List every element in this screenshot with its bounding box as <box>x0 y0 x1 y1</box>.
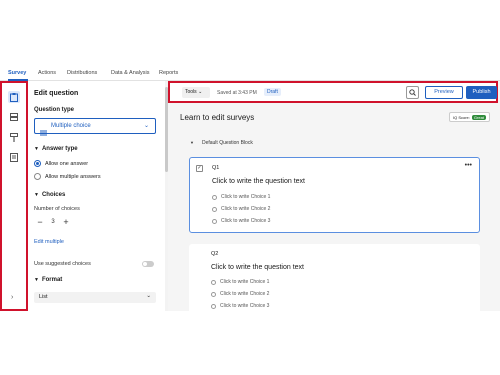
question-card-q1[interactable]: ✓ Q1 ••• Click to write the question tex… <box>189 157 480 233</box>
draft-badge: Draft <box>264 88 281 96</box>
survey-title[interactable]: Learn to edit surveys <box>180 113 254 122</box>
choice-item[interactable]: Click to write Choice 2 <box>211 291 269 297</box>
question-type-label: Question type <box>34 107 75 113</box>
number-of-choices-label: Number of choices <box>34 206 80 212</box>
saved-status: Saved at 3:43 PM <box>217 90 257 96</box>
tab-data-analysis[interactable]: Data & Analysis <box>111 70 150 76</box>
question-number: Q1 <box>212 165 220 171</box>
chevron-down-icon: ⌄ <box>146 293 151 299</box>
survey-editor: Tools ⌄ Saved at 3:43 PM Draft Preview P… <box>168 81 500 311</box>
choice-item[interactable]: Click to write Choice 2 <box>212 206 270 212</box>
chevron-down-icon: ⌄ <box>143 123 149 129</box>
chevron-down-icon: ⌄ <box>198 89 203 95</box>
choice-item[interactable]: Click to write Choice 1 <box>212 194 270 200</box>
question-checkbox[interactable]: ✓ <box>196 165 203 172</box>
choice-item[interactable]: Click to write Choice 3 <box>211 303 269 309</box>
question-text[interactable]: Click to write the question text <box>211 264 304 271</box>
survey-icon[interactable] <box>8 91 20 103</box>
choice-item[interactable]: Click to write Choice 1 <box>211 279 269 285</box>
question-type-select[interactable]: Multiple choice ⌄ <box>34 118 156 136</box>
more-options-icon[interactable]: ••• <box>465 162 472 169</box>
plus-icon[interactable]: + <box>60 217 72 227</box>
edit-question-panel: Edit question Question type Multiple cho… <box>28 81 168 311</box>
iq-score-badge[interactable]: IQ Score: Great <box>449 112 490 122</box>
style-icon[interactable] <box>8 131 20 143</box>
suggested-choices-label: Use suggested choices <box>34 261 91 267</box>
question-card-q2[interactable]: Q2 Click to write the question text Clic… <box>189 244 480 311</box>
block-header[interactable]: ▼ Default Question Block <box>190 140 253 146</box>
iq-score-value: Great <box>471 115 486 120</box>
answer-type-section[interactable]: ▼ Answer type <box>34 146 78 152</box>
tab-reports[interactable]: Reports <box>159 70 178 76</box>
tab-distributions[interactable]: Distributions <box>67 70 97 76</box>
question-text[interactable]: Click to write the question text <box>212 178 305 185</box>
suggested-choices-toggle[interactable] <box>142 261 154 267</box>
tab-actions[interactable]: Actions <box>38 70 56 76</box>
choices-section[interactable]: ▼ Choices <box>34 192 65 198</box>
panel-title: Edit question <box>34 90 79 97</box>
minus-icon[interactable]: − <box>34 217 46 227</box>
format-select[interactable]: List ⌄ <box>34 292 156 303</box>
allow-one-answer-radio[interactable]: Allow one answer <box>34 160 88 167</box>
publish-button[interactable]: Publish <box>466 86 497 99</box>
list-icon <box>40 123 47 141</box>
editor-toolbar: Tools ⌄ Saved at 3:43 PM Draft Preview P… <box>168 81 498 103</box>
tools-button[interactable]: Tools ⌄ <box>182 87 210 98</box>
expand-chevron-icon[interactable]: › <box>11 294 13 301</box>
edit-multiple-link[interactable]: Edit multiple <box>34 239 64 245</box>
format-section[interactable]: ▼ Format <box>34 277 62 283</box>
question-type-value: Multiple choice <box>51 123 91 129</box>
format-value: List <box>39 294 48 300</box>
tab-survey[interactable]: Survey <box>8 70 26 76</box>
left-tool-rail: › <box>0 81 28 311</box>
choices-stepper[interactable]: − 3 + <box>34 217 72 227</box>
flow-icon[interactable] <box>8 111 20 123</box>
top-nav: Survey Actions Distributions Data & Anal… <box>0 66 500 81</box>
search-button[interactable] <box>406 86 419 99</box>
options-icon[interactable] <box>8 151 20 163</box>
question-number: Q2 <box>211 251 219 257</box>
choices-count[interactable]: 3 <box>46 219 60 225</box>
allow-multiple-answers-radio[interactable]: Allow multiple answers <box>34 173 101 180</box>
preview-button[interactable]: Preview <box>425 86 463 99</box>
choice-item[interactable]: Click to write Choice 3 <box>212 218 270 224</box>
search-icon <box>409 89 416 96</box>
